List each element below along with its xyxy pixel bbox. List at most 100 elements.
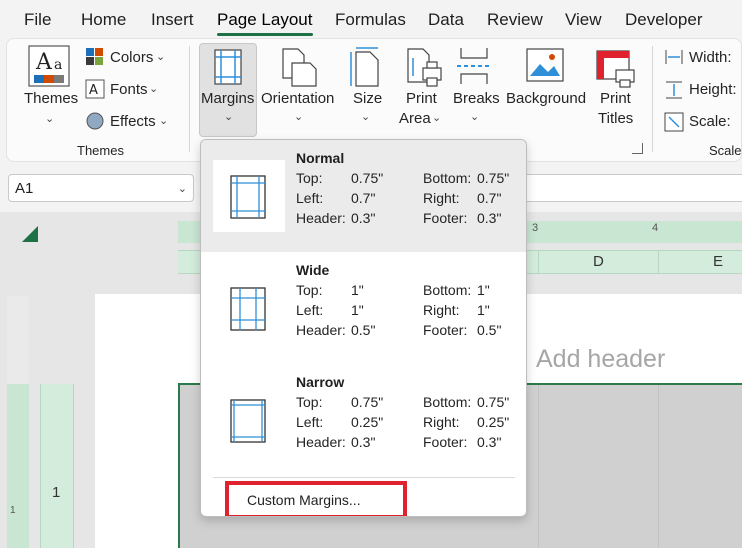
add-header-placeholder[interactable]: Add header — [536, 345, 665, 374]
bottom-label: Bottom: — [423, 170, 472, 186]
fonts-label: Fonts — [110, 81, 148, 98]
wide-margins-icon — [230, 287, 266, 331]
footer-value: 0.3" — [477, 434, 502, 450]
chevron-down-icon: ⌄ — [294, 111, 304, 123]
fonts-icon: A — [85, 79, 105, 99]
height-label: Height: — [689, 81, 737, 98]
left-label: Left: — [296, 414, 324, 430]
tab-insert[interactable]: Insert — [151, 10, 194, 30]
size-label: Size — [353, 90, 383, 107]
top-value: 0.75" — [351, 394, 384, 410]
breaks-icon — [457, 48, 491, 84]
chevron-down-icon: ⌄ — [470, 111, 480, 123]
tab-view[interactable]: View — [565, 10, 602, 30]
column-header-d[interactable]: D — [593, 253, 604, 270]
header-value: 0.5" — [351, 322, 376, 338]
wide-margins-thumbnail — [213, 272, 285, 344]
option-title: Wide — [296, 262, 330, 278]
background-icon — [526, 48, 564, 82]
option-title: Normal — [296, 150, 345, 166]
select-all-corner[interactable] — [22, 226, 38, 242]
footer-value: 0.5" — [477, 322, 502, 338]
tab-developer[interactable]: Developer — [625, 10, 703, 30]
scale-label: Scale: — [689, 113, 731, 130]
chevron-down-icon: ⌄ — [224, 111, 234, 123]
margins-label: Margins — [201, 90, 255, 107]
effects-label: Effects — [110, 113, 156, 130]
header-label: Header: — [296, 322, 346, 338]
ruler-label: 4 — [652, 222, 659, 234]
background-label: Background — [506, 90, 587, 107]
top-value: 1" — [351, 282, 364, 298]
group-separator — [189, 46, 190, 152]
custom-margins-item[interactable]: Custom Margins... — [225, 481, 407, 516]
breaks-label: Breaks — [453, 90, 500, 107]
grid-line — [658, 385, 659, 548]
top-value: 0.75" — [351, 170, 384, 186]
active-tab-indicator — [217, 33, 313, 36]
right-label: Right: — [423, 302, 460, 318]
menu-bar: File Home Insert Page Layout Formulas Da… — [0, 0, 742, 38]
header-value: 0.3" — [351, 434, 376, 450]
tab-review[interactable]: Review — [487, 10, 543, 30]
normal-margins-thumbnail — [213, 160, 285, 232]
bottom-value: 0.75" — [477, 170, 510, 186]
formula-bar[interactable] — [526, 174, 742, 202]
width-label: Width: — [689, 49, 732, 66]
page-setup-dialog-launcher[interactable] — [632, 143, 643, 154]
chevron-down-icon: ⌄ — [149, 83, 159, 95]
tab-data[interactable]: Data — [428, 10, 464, 30]
narrow-margins-icon — [230, 399, 266, 443]
vertical-ruler-active — [7, 384, 29, 548]
name-box[interactable]: A1 ⌄ — [8, 174, 194, 202]
row-header-1[interactable]: 1 — [52, 484, 60, 501]
margins-dropdown: Normal Top: 0.75" Bottom: 0.75" Left: 0.… — [200, 139, 527, 517]
chevron-down-icon: ⌄ — [361, 111, 371, 123]
orientation-icon — [282, 48, 317, 87]
chevron-down-icon: ⌄ — [45, 113, 55, 125]
svg-text:A: A — [89, 83, 98, 98]
right-value: 1" — [477, 302, 490, 318]
tab-home[interactable]: Home — [81, 10, 126, 30]
column-divider — [538, 250, 539, 274]
top-label: Top: — [296, 282, 323, 298]
footer-label: Footer: — [423, 434, 468, 450]
footer-label: Footer: — [423, 210, 468, 226]
svg-text:a: a — [54, 57, 62, 73]
orientation-label: Orientation — [261, 90, 335, 107]
tab-formulas[interactable]: Formulas — [335, 10, 406, 30]
themes-icon: A a — [28, 45, 70, 87]
left-label: Left: — [296, 190, 324, 206]
print-area-icon — [407, 48, 442, 87]
chevron-down-icon[interactable]: ⌄ — [178, 182, 187, 195]
size-icon — [350, 47, 379, 87]
footer-value: 0.3" — [477, 210, 502, 226]
bottom-value: 0.75" — [477, 394, 510, 410]
left-value: 1" — [351, 302, 364, 318]
tab-page-layout[interactable]: Page Layout — [217, 10, 312, 30]
dropdown-separator — [213, 477, 515, 478]
print-area-label-1: Print — [406, 90, 437, 107]
svg-text:A: A — [35, 50, 53, 75]
normal-margins-icon — [230, 175, 266, 219]
grid-line — [538, 385, 539, 548]
bottom-label: Bottom: — [423, 282, 472, 298]
footer-label: Footer: — [423, 322, 468, 338]
margin-option-narrow[interactable]: Narrow Top: 0.75" Bottom: 0.75" Left: 0.… — [201, 364, 526, 476]
margin-option-normal[interactable]: Normal Top: 0.75" Bottom: 0.75" Left: 0.… — [201, 140, 526, 252]
effects-icon — [86, 112, 104, 130]
scale-group-label: Scale — [709, 143, 742, 158]
chevron-down-icon: ⌄ — [159, 115, 169, 127]
scale-icon — [664, 112, 684, 132]
name-box-value: A1 — [15, 180, 34, 197]
tab-file[interactable]: File — [24, 10, 51, 30]
right-value: 0.25" — [477, 414, 510, 430]
custom-margins-label: Custom Margins... — [247, 492, 361, 508]
right-label: Right: — [423, 190, 460, 206]
row-header-bar — [40, 384, 74, 548]
ruler-label: 3 — [532, 222, 539, 234]
column-header-e[interactable]: E — [713, 253, 723, 270]
margin-option-wide[interactable]: Wide Top: 1" Bottom: 1" Left: 1" Right: … — [201, 252, 526, 364]
header-value: 0.3" — [351, 210, 376, 226]
chevron-down-icon: ⌄ — [432, 112, 442, 124]
